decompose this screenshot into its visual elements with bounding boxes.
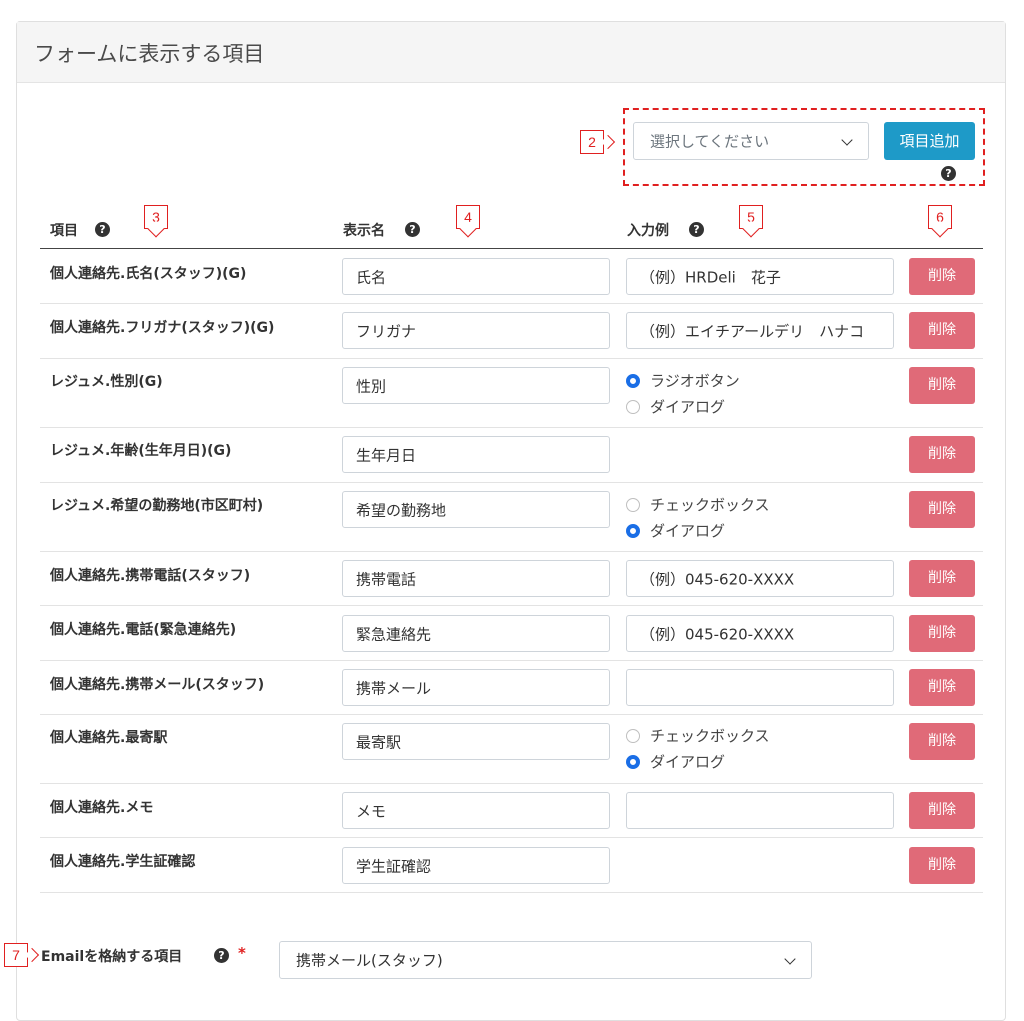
display-name-input[interactable]: フリガナ	[342, 312, 610, 349]
delete-button[interactable]: 削除	[909, 669, 975, 706]
delete-button[interactable]: 削除	[909, 367, 975, 404]
row-divider	[40, 605, 983, 606]
card-header: フォームに表示する項目	[17, 22, 1005, 83]
chevron-down-icon	[784, 953, 796, 965]
row-divider	[40, 714, 983, 715]
display-name-input[interactable]: 性別	[342, 367, 610, 404]
row-divider	[40, 427, 983, 428]
example-input[interactable]: （例）045-620-XXXX	[626, 560, 894, 597]
column-header-example: 入力例	[627, 223, 669, 239]
example-input[interactable]: （例）HRDeli 花子	[626, 258, 894, 295]
example-input[interactable]	[626, 669, 894, 706]
radio-selected-icon	[626, 755, 640, 769]
row-divider	[40, 892, 983, 893]
example-input[interactable]	[626, 792, 894, 829]
radio-unselected-icon	[626, 498, 640, 512]
required-mark: *	[238, 944, 246, 962]
row-divider	[40, 837, 983, 838]
row-divider	[40, 482, 983, 483]
delete-button[interactable]: 削除	[909, 491, 975, 528]
display-name-input[interactable]: 学生証確認	[342, 847, 610, 884]
delete-button[interactable]: 削除	[909, 847, 975, 884]
row-divider	[40, 551, 983, 552]
example-input[interactable]: （例）045-620-XXXX	[626, 615, 894, 652]
row-divider	[40, 303, 983, 304]
email-field-select[interactable]: 携帯メール(スタッフ)	[279, 941, 812, 979]
email-field-label: Emailを格納する項目	[41, 949, 183, 965]
item-select-placeholder: 選択してください	[650, 132, 770, 151]
row-item-label: 個人連絡先.最寄駅	[50, 730, 168, 746]
row-item-label: 個人連絡先.携帯電話(スタッフ)	[50, 568, 251, 584]
card-title: フォームに表示する項目	[34, 42, 265, 66]
table-header-divider	[40, 248, 983, 249]
row-item-label: 個人連絡先.フリガナ(スタッフ)(G)	[50, 320, 275, 336]
delete-button[interactable]: 削除	[909, 436, 975, 473]
delete-button[interactable]: 削除	[909, 723, 975, 760]
row-item-label: 個人連絡先.学生証確認	[50, 854, 196, 870]
chevron-down-icon	[841, 134, 853, 146]
row-divider	[40, 660, 983, 661]
radio-option[interactable]: チェックボックス	[626, 494, 770, 515]
question-circle-icon[interactable]: ?	[941, 166, 956, 181]
column-header-display: 表示名	[343, 223, 385, 239]
radio-selected-icon	[626, 374, 640, 388]
delete-button[interactable]: 削除	[909, 792, 975, 829]
row-item-label: レジュメ.年齢(生年月日)(G)	[50, 443, 232, 459]
radio-selected-icon	[626, 524, 640, 538]
delete-button[interactable]: 削除	[909, 615, 975, 652]
question-circle-icon[interactable]: ?	[95, 222, 110, 237]
display-name-input[interactable]: 緊急連絡先	[342, 615, 610, 652]
row-item-label: レジュメ.希望の勤務地(市区町村)	[50, 498, 264, 514]
question-circle-icon[interactable]: ?	[214, 948, 229, 963]
radio-option[interactable]: ダイアログ	[626, 751, 725, 772]
display-name-input[interactable]: メモ	[342, 792, 610, 829]
row-item-label: 個人連絡先.電話(緊急連絡先)	[50, 622, 237, 638]
row-item-label: レジュメ.性別(G)	[50, 374, 163, 390]
display-name-input[interactable]: 希望の勤務地	[342, 491, 610, 528]
row-divider	[40, 783, 983, 784]
example-input[interactable]: （例）エイチアールデリ ハナコ	[626, 312, 894, 349]
column-header-item: 項目	[50, 223, 78, 239]
delete-button[interactable]: 削除	[909, 560, 975, 597]
email-field-selected: 携帯メール(スタッフ)	[296, 951, 443, 970]
display-name-input[interactable]: 携帯メール	[342, 669, 610, 706]
delete-button[interactable]: 削除	[909, 258, 975, 295]
add-item-button[interactable]: 項目追加	[884, 122, 975, 160]
question-circle-icon[interactable]: ?	[689, 222, 704, 237]
row-item-label: 個人連絡先.メモ	[50, 800, 154, 816]
radio-option[interactable]: ダイアログ	[626, 396, 725, 417]
radio-option[interactable]: ラジオボタン	[626, 370, 740, 391]
question-circle-icon[interactable]: ?	[405, 222, 420, 237]
display-name-input[interactable]: 最寄駅	[342, 723, 610, 760]
delete-button[interactable]: 削除	[909, 312, 975, 349]
item-select[interactable]: 選択してください	[633, 122, 869, 160]
display-name-input[interactable]: 携帯電話	[342, 560, 610, 597]
row-item-label: 個人連絡先.携帯メール(スタッフ)	[50, 677, 265, 693]
radio-option[interactable]: ダイアログ	[626, 520, 725, 541]
row-divider	[40, 358, 983, 359]
radio-option[interactable]: チェックボックス	[626, 725, 770, 746]
display-name-input[interactable]: 氏名	[342, 258, 610, 295]
radio-unselected-icon	[626, 729, 640, 743]
row-item-label: 個人連絡先.氏名(スタッフ)(G)	[50, 266, 247, 282]
display-name-input[interactable]: 生年月日	[342, 436, 610, 473]
radio-unselected-icon	[626, 400, 640, 414]
